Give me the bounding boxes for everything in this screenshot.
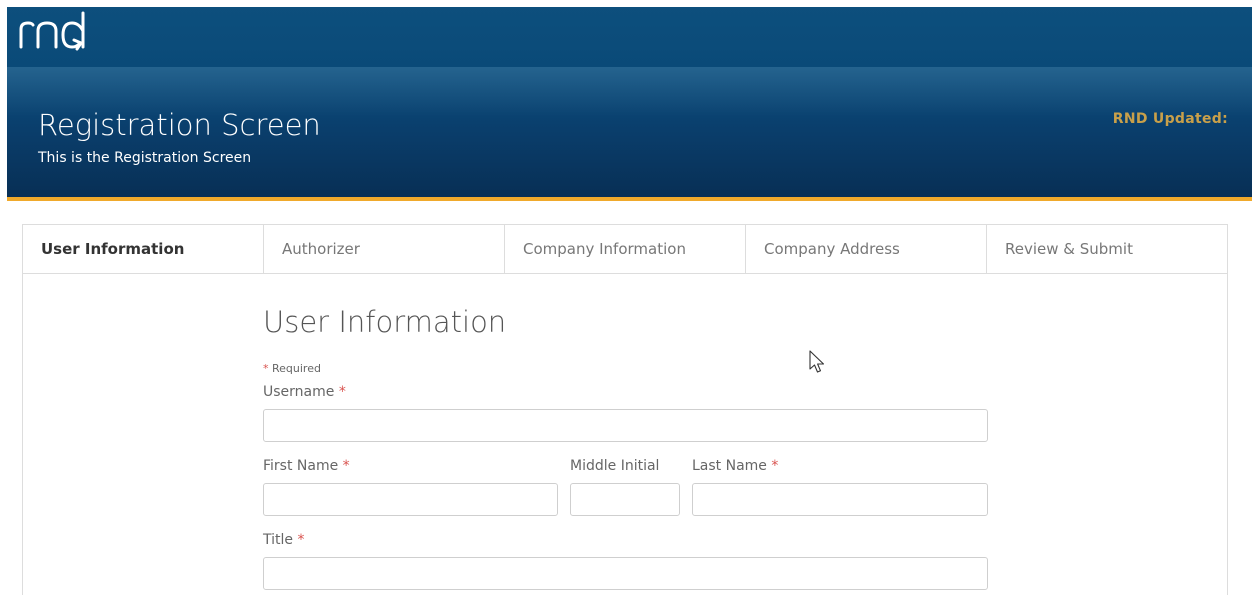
first-name-label-text: First Name [263,458,339,474]
middle-initial-label: Middle Initial [570,458,659,474]
username-input[interactable] [263,409,988,442]
first-name-label: First Name * [263,458,350,474]
required-star: * [297,532,305,548]
username-label-text: Username [263,384,335,400]
username-label: Username * [263,384,346,400]
title-input[interactable] [263,557,988,590]
required-star: * [338,384,346,400]
required-star: * [342,458,350,474]
registration-card: User Information Authorizer Company Info… [22,224,1228,595]
last-name-label-text: Last Name [692,458,767,474]
tab-review-submit[interactable]: Review & Submit [987,225,1227,273]
header-accent-line [7,197,1252,201]
tab-user-information[interactable]: User Information [23,225,264,273]
rnd-logo[interactable] [19,9,99,65]
title-label: Title * [263,532,304,548]
last-name-input[interactable] [692,483,988,516]
mouse-pointer-icon [809,350,825,373]
last-name-label: Last Name * [692,458,778,474]
page-title: Registration Screen [38,108,321,142]
tab-company-information[interactable]: Company Information [505,225,746,273]
required-note: * Required [263,362,321,375]
rnd-logo-icon [19,11,85,51]
first-name-input[interactable] [263,483,558,516]
required-note-text: Required [272,362,321,375]
page-subtitle: This is the Registration Screen [38,150,252,166]
tab-authorizer[interactable]: Authorizer [264,225,505,273]
tab-company-address[interactable]: Company Address [746,225,987,273]
title-label-text: Title [263,532,294,548]
top-bar [7,7,1252,67]
middle-initial-input[interactable] [570,483,680,516]
middle-initial-label-text: Middle Initial [570,458,660,474]
wizard-tabs: User Information Authorizer Company Info… [23,225,1227,274]
form-title: User Information [263,305,507,339]
required-star: * [771,458,779,474]
required-star: * [263,362,269,375]
page-header-banner: Registration Screen This is the Registra… [7,67,1252,197]
rnd-updated-label: RND Updated: [1112,111,1228,127]
